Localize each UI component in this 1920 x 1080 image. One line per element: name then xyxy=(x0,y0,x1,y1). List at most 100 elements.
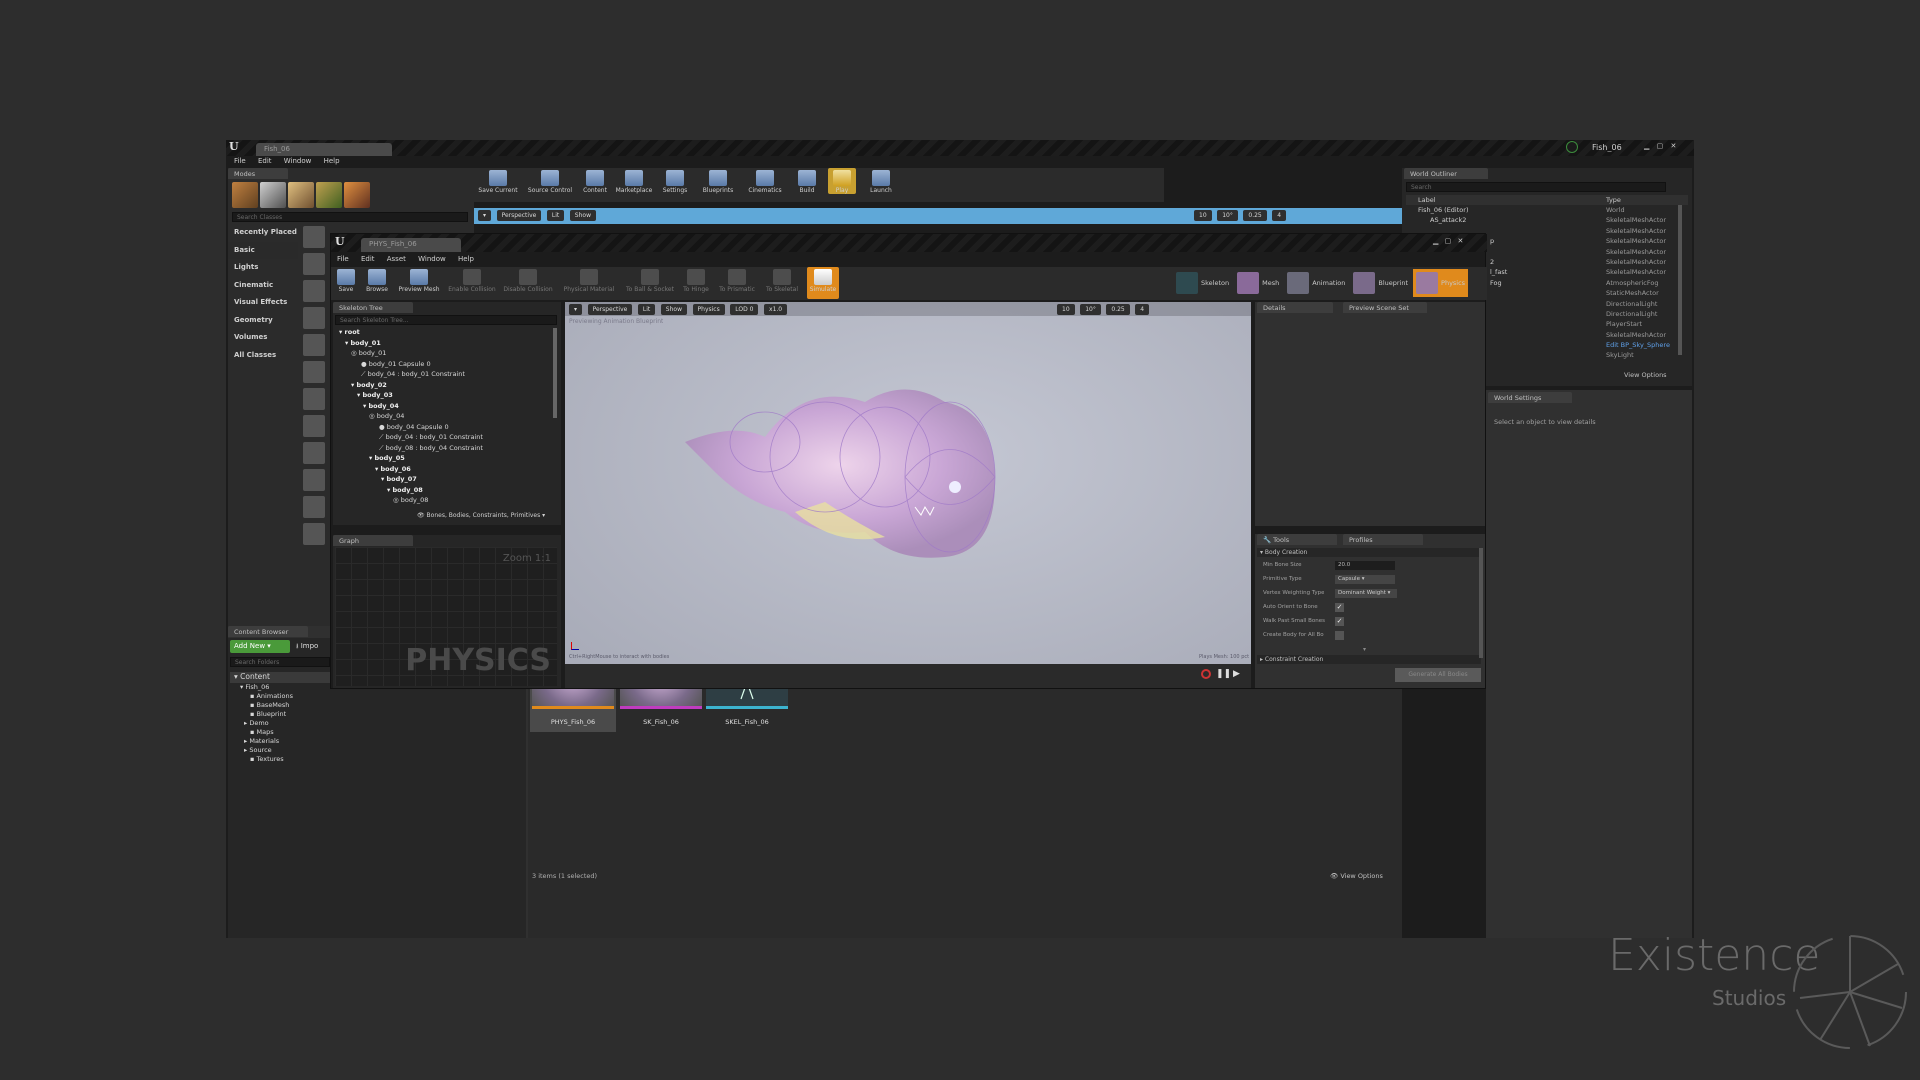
viewport-menu-button[interactable]: ▾ xyxy=(569,304,583,315)
enable-collision-button[interactable]: Enable Collision xyxy=(447,267,497,299)
launch-button[interactable]: Launch xyxy=(861,168,901,194)
menu-edit[interactable]: Edit xyxy=(361,255,375,263)
level-tab[interactable]: Fish_06 xyxy=(256,143,392,156)
constraint-row[interactable]: ⟋ body_08 : body_04 Constraint xyxy=(337,443,551,454)
menu-help[interactable]: Help xyxy=(324,157,340,165)
level-cam-speed[interactable]: 4 xyxy=(1272,210,1287,221)
chevron-down-icon[interactable]: ▾ xyxy=(1363,646,1366,653)
disable-collision-button[interactable]: Disable Collision xyxy=(503,267,553,299)
cinematics-button[interactable]: Cinematics xyxy=(744,168,786,194)
foliage-mode-icon[interactable] xyxy=(316,182,342,208)
level-rot-snap[interactable]: 10° xyxy=(1217,210,1238,221)
phat-rot-snap[interactable]: 10° xyxy=(1080,304,1101,315)
to-ball-socket-button[interactable]: To Ball & Socket xyxy=(625,267,675,299)
primitive-row[interactable]: ● body_04 Capsule 0 xyxy=(337,422,551,433)
paint-mode-icon[interactable] xyxy=(260,182,286,208)
world-settings-tab[interactable]: World Settings xyxy=(1488,392,1572,403)
constraint-creation-section[interactable]: ▸ Constraint Creation xyxy=(1257,655,1481,664)
phat-save-button[interactable]: Save xyxy=(335,267,357,299)
world-outliner-tab[interactable]: World Outliner xyxy=(1404,168,1488,179)
cone-icon[interactable] xyxy=(303,442,325,464)
physical-material-button[interactable]: Physical Material xyxy=(559,267,619,299)
menu-file[interactable]: File xyxy=(234,157,246,165)
bone-row[interactable]: ▾ body_08 xyxy=(337,485,551,496)
auto-orient-checkbox[interactable]: ✓ xyxy=(1335,603,1344,612)
skeleton-scrollbar[interactable] xyxy=(553,328,557,418)
phat-perspective-button[interactable]: Perspective xyxy=(587,304,633,315)
bone-row[interactable]: ▾ body_07 xyxy=(337,474,551,485)
menu-window[interactable]: Window xyxy=(418,255,446,263)
folder-item[interactable]: ▸ Materials xyxy=(230,737,526,746)
tools-tab[interactable]: 🔧 Tools xyxy=(1257,534,1337,545)
phat-grid-snap[interactable]: 10 xyxy=(1057,304,1075,315)
record-icon[interactable] xyxy=(1201,669,1211,679)
point-light-icon[interactable] xyxy=(303,307,325,329)
primitive-type-select[interactable]: Capsule ▾ xyxy=(1335,575,1395,584)
phat-physics-button[interactable]: Physics xyxy=(692,304,725,315)
mode-skeleton[interactable]: Skeleton xyxy=(1173,269,1232,297)
primitive-row[interactable]: ● body_01 Capsule 0 xyxy=(337,359,551,370)
bone-row[interactable]: ▾ body_02 xyxy=(337,380,551,391)
search-folders-input[interactable]: Search Folders xyxy=(230,657,330,667)
folder-item[interactable]: ▪ Animations xyxy=(230,692,526,701)
phat-cam-speed[interactable]: 4 xyxy=(1135,304,1150,315)
mode-physics[interactable]: Physics xyxy=(1413,269,1469,297)
body-row[interactable]: ◎ body_01 xyxy=(337,348,551,359)
phat-viewport[interactable]: ▾ Perspective Lit Show Physics LOD 0 x1.… xyxy=(565,302,1251,688)
create-body-all-bones-checkbox[interactable] xyxy=(1335,631,1344,640)
category-all-classes[interactable]: All Classes xyxy=(228,347,298,365)
level-perspective-button[interactable]: Perspective xyxy=(496,210,542,221)
phat-lod-button[interactable]: LOD 0 xyxy=(730,304,759,315)
vertex-weighting-select[interactable]: Dominant Weight ▾ xyxy=(1335,589,1397,598)
play-button[interactable]: Play xyxy=(828,168,856,194)
bone-row[interactable]: ▾ root xyxy=(337,327,551,338)
build-button[interactable]: Build xyxy=(791,168,823,194)
category-volumes[interactable]: Volumes xyxy=(228,329,298,347)
marketplace-button[interactable]: Marketplace xyxy=(615,168,653,194)
empty-actor-icon[interactable] xyxy=(303,226,325,248)
bone-row[interactable]: ▾ body_03 xyxy=(337,390,551,401)
graph-canvas[interactable]: Zoom 1:1 PHYSICS xyxy=(335,547,557,686)
menu-edit[interactable]: Edit xyxy=(258,157,272,165)
category-recently-placed[interactable]: Recently Placed xyxy=(228,224,298,242)
category-geometry[interactable]: Geometry xyxy=(228,312,298,330)
content-browser-tab[interactable]: Content Browser xyxy=(228,626,308,637)
skeleton-tree-tab[interactable]: Skeleton Tree xyxy=(333,302,413,313)
bone-row[interactable]: ▾ body_05 xyxy=(337,453,551,464)
content-button[interactable]: Content xyxy=(580,168,610,194)
cylinder-icon[interactable] xyxy=(303,415,325,437)
browse-button[interactable]: Browse xyxy=(363,267,391,299)
bone-row[interactable]: ▾ body_01 xyxy=(337,338,551,349)
category-cinematic[interactable]: Cinematic xyxy=(228,277,298,295)
box-trigger-icon[interactable] xyxy=(303,496,325,518)
sphere-trigger-icon[interactable] xyxy=(303,523,325,545)
folder-item[interactable]: ▪ Maps xyxy=(230,728,526,737)
tools-scrollbar[interactable] xyxy=(1479,548,1483,658)
mode-animation[interactable]: Animation xyxy=(1284,269,1348,297)
menu-help[interactable]: Help xyxy=(458,255,474,263)
category-visual-effects[interactable]: Visual Effects xyxy=(228,294,298,312)
walk-past-small-bones-checkbox[interactable]: ✓ xyxy=(1335,617,1344,626)
minimize-icon[interactable]: ▁ xyxy=(1433,237,1438,245)
outliner-row[interactable]: AS_attack2 SkeletalMeshActor xyxy=(1406,215,1688,225)
preview-scene-settings-tab[interactable]: Preview Scene Set xyxy=(1343,302,1427,313)
step-forward-icon[interactable]: ▶ xyxy=(1233,669,1240,679)
content-view-options[interactable]: 👁 View Options xyxy=(1330,872,1383,880)
level-show-button[interactable]: Show xyxy=(569,210,596,221)
to-skeletal-button[interactable]: To Skeletal xyxy=(763,267,801,299)
maximize-icon[interactable]: ▢ xyxy=(1445,237,1452,245)
source-control-button[interactable]: Source Control xyxy=(525,168,575,194)
category-basic[interactable]: Basic xyxy=(228,241,298,259)
folder-item[interactable]: ▪ Textures xyxy=(230,755,526,764)
phat-scale-snap[interactable]: 0.25 xyxy=(1106,304,1130,315)
generate-all-bodies-button[interactable]: Generate All Bodies xyxy=(1395,668,1481,682)
cube-icon[interactable] xyxy=(303,361,325,383)
sphere-icon[interactable] xyxy=(303,388,325,410)
outliner-row[interactable]: Fish_06 (Editor) World xyxy=(1406,205,1688,215)
skeleton-search-input[interactable]: Search Skeleton Tree... xyxy=(335,315,557,325)
minimize-icon[interactable]: ▁ xyxy=(1644,142,1649,150)
plane-icon[interactable] xyxy=(303,469,325,491)
player-start-icon[interactable] xyxy=(303,334,325,356)
folder-item[interactable]: ▸ Source xyxy=(230,746,526,755)
body-creation-section[interactable]: ▾ Body Creation xyxy=(1257,548,1481,557)
